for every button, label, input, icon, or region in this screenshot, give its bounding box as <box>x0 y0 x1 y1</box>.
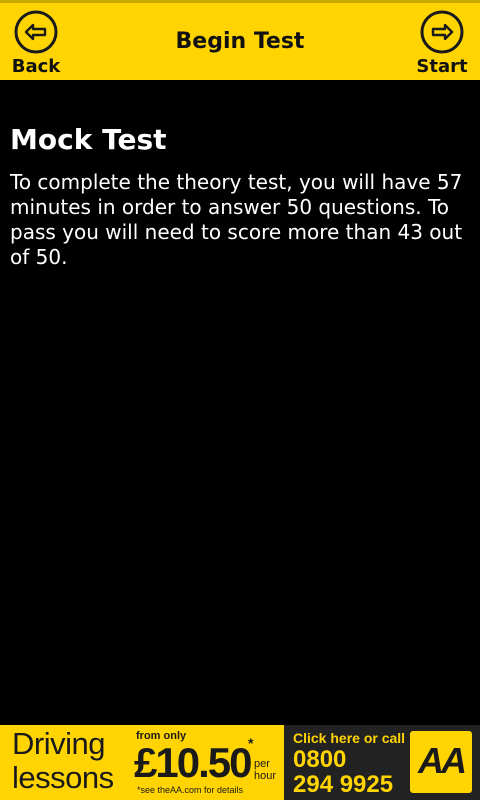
back-button[interactable]: Back <box>6 7 66 77</box>
ad-banner[interactable]: Driving lessons from only £10.50 * per h… <box>0 725 480 800</box>
ad-headline: Driving lessons <box>12 727 114 795</box>
aa-logo: AA <box>410 731 472 793</box>
ad-asterisk: * <box>248 735 254 751</box>
start-label: Start <box>416 56 468 77</box>
ad-hour: hour <box>254 770 277 782</box>
start-button[interactable]: Start <box>412 7 472 77</box>
back-label: Back <box>11 56 61 77</box>
forward-arrow-icon <box>420 10 464 54</box>
ad-call-panel: Click here or call 0800 294 9925 AA <box>284 725 480 800</box>
ad-offer-panel: Driving lessons from only £10.50 * per h… <box>0 725 284 800</box>
main-content: Mock Test To complete the theory test, y… <box>0 80 480 725</box>
ad-headline-line1: Driving <box>12 726 105 761</box>
section-heading: Mock Test <box>10 123 167 156</box>
ad-per-hour: per hour <box>254 758 284 782</box>
ad-phone-number: 0800 294 9925 <box>293 747 393 797</box>
ad-price: £10.50 <box>134 739 252 786</box>
ad-phone-line1: 0800 <box>293 746 347 773</box>
header-bar: Back Begin Test Start <box>0 0 480 80</box>
ad-headline-line2: lessons <box>12 760 114 795</box>
ad-phone-line2: 294 9925 <box>293 771 394 798</box>
ad-per: per <box>254 758 270 770</box>
page-title: Begin Test <box>175 29 305 54</box>
back-arrow-icon <box>14 10 58 54</box>
ad-call-text: Click here or call <box>293 730 406 746</box>
instructions-text: To complete the theory test, you will ha… <box>10 170 463 269</box>
ad-disclaimer: *see theAA.com for details <box>137 785 244 795</box>
aa-logo-text: AA <box>418 740 467 781</box>
